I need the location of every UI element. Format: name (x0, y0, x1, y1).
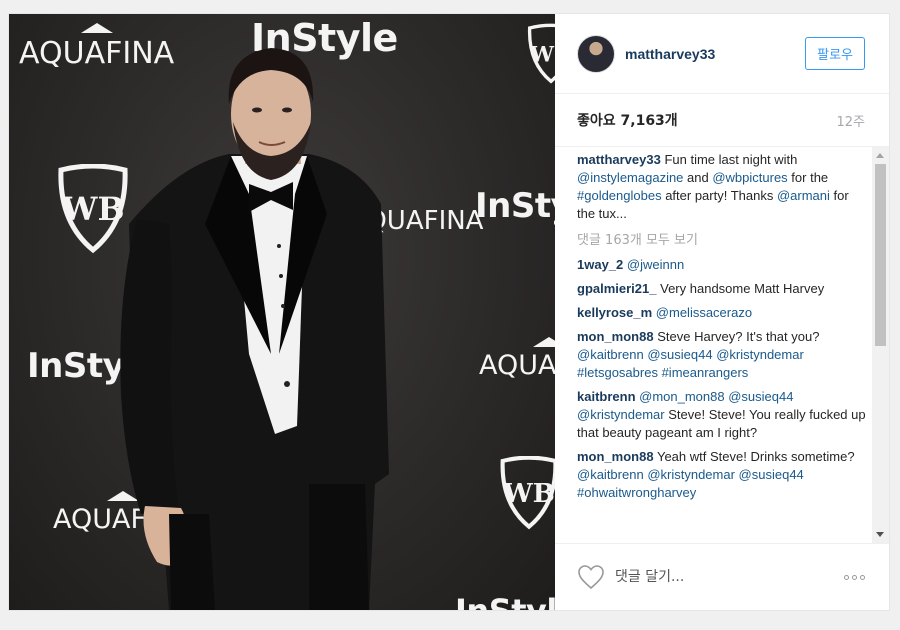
comment-item: mon_mon88 Yeah wtf Steve! Drinks sometim… (577, 448, 867, 502)
mention-link[interactable]: @kaitbrenn (577, 347, 644, 362)
comment-bar (555, 544, 889, 610)
avatar[interactable] (577, 34, 615, 73)
caption-text: after party! Thanks (661, 188, 777, 203)
mention-link[interactable]: @mon_mon88 (639, 389, 724, 404)
post-photo[interactable]: AQUAFINA InStyle InStyle InStyle AQUAFIN… (9, 14, 555, 610)
mention-link[interactable]: @susieq44 (728, 389, 793, 404)
comment-text: Very handsome Matt Harvey (660, 281, 825, 296)
post-card: AQUAFINA InStyle InStyle InStyle AQUAFIN… (8, 13, 890, 611)
comment-text: @jweinnn (627, 257, 684, 272)
comments-list[interactable]: mattharvey33 Fun time last night with @i… (555, 147, 889, 543)
scroll-up-arrow-icon[interactable] (876, 153, 884, 158)
caption-text: and (683, 170, 713, 185)
comment-item: mon_mon88 Steve Harvey? It's that you? @… (577, 328, 867, 382)
follow-button[interactable]: 팔로우 (805, 37, 865, 70)
scroll-thumb[interactable] (875, 164, 886, 346)
comment-input[interactable] (615, 569, 844, 585)
comment-username[interactable]: gpalmieri21_ (577, 281, 657, 296)
mention-link[interactable]: @kristyndemar (647, 467, 735, 482)
heart-icon[interactable] (577, 564, 605, 590)
comment-username[interactable]: mon_mon88 (577, 449, 654, 464)
mention-link[interactable]: @instylemagazine (577, 170, 683, 185)
caption: mattharvey33 Fun time last night with @i… (577, 151, 867, 223)
comment-text: @melissacerazo (656, 305, 752, 320)
mention-link[interactable]: @susieq44 (739, 467, 804, 482)
hashtag-link[interactable]: #goldenglobes (577, 188, 662, 203)
caption-text: for the (787, 170, 829, 185)
comment-item: kaitbrenn @mon_mon88 @susieq44 @kristynd… (577, 388, 867, 442)
mention-link[interactable]: @kaitbrenn (577, 467, 644, 482)
post-sidebar: mattharvey33 팔로우 좋아요 7,163개 12주 mattharv… (555, 14, 889, 610)
likes-row: 좋아요 7,163개 12주 (555, 94, 889, 146)
comment-item: kellyrose_m @melissacerazo (577, 304, 867, 322)
post-header: mattharvey33 팔로우 (555, 14, 889, 94)
more-options-icon[interactable] (844, 574, 865, 580)
person-in-tuxedo (120, 48, 389, 610)
hashtag-link[interactable]: #ohwaitwrongharvey (577, 485, 696, 500)
mention-link[interactable]: @kristyndemar (577, 407, 665, 422)
comment-item: gpalmieri21_ Very handsome Matt Harvey (577, 280, 867, 298)
username-link[interactable]: mattharvey33 (625, 46, 805, 62)
comments-section: mattharvey33 Fun time last night with @i… (555, 146, 889, 544)
post-age[interactable]: 12주 (836, 111, 865, 130)
view-all-comments-link[interactable]: 댓글 163개 모두 보기 (577, 229, 867, 248)
comments-scrollbar[interactable] (872, 147, 889, 543)
comment-username[interactable]: 1way_2 (577, 257, 623, 272)
hashtag-link[interactable]: #imeanrangers (662, 365, 749, 380)
mention-link[interactable]: @susieq44 (647, 347, 712, 362)
caption-text: Fun time last night with (664, 152, 798, 167)
mention-link[interactable]: @wbpictures (712, 170, 787, 185)
scroll-down-arrow-icon[interactable] (876, 532, 884, 537)
comment-username[interactable]: mon_mon88 (577, 329, 654, 344)
mention-link[interactable]: @kristyndemar (716, 347, 804, 362)
caption-username[interactable]: mattharvey33 (577, 152, 661, 167)
hashtag-link[interactable]: #letsgosabres (577, 365, 658, 380)
mention-link[interactable]: @armani (777, 188, 830, 203)
mention-link[interactable]: @jweinnn (627, 257, 684, 272)
comment-username[interactable]: kellyrose_m (577, 305, 652, 320)
comment-username[interactable]: kaitbrenn (577, 389, 636, 404)
mention-link[interactable]: @melissacerazo (656, 305, 752, 320)
likes-count[interactable]: 좋아요 7,163개 (577, 110, 678, 130)
comment-item: 1way_2 @jweinnn (577, 256, 867, 274)
